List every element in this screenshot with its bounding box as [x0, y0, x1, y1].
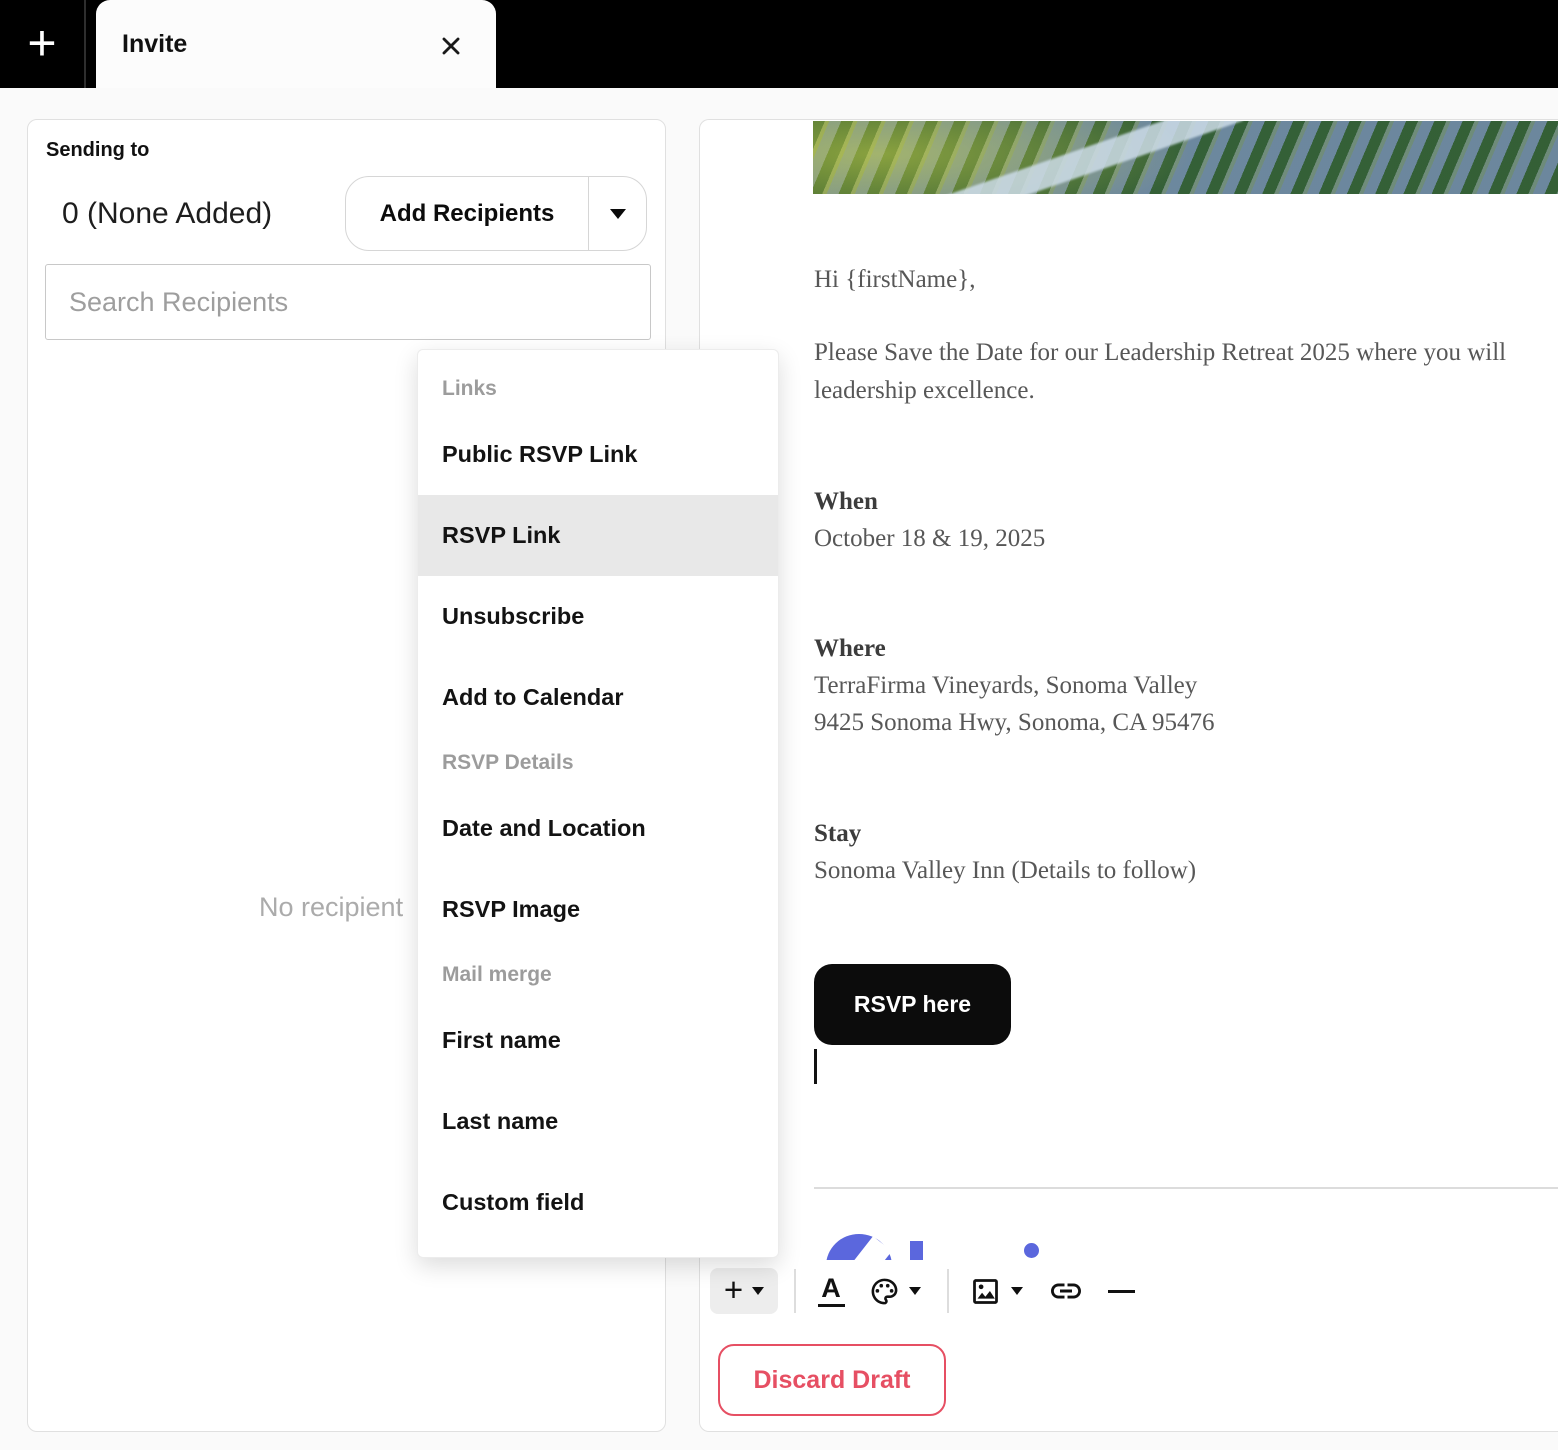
caret-down-icon [909, 1287, 921, 1295]
caret-down-icon [752, 1287, 764, 1295]
menu-section-links: Links [418, 364, 778, 414]
menu-section-rsvp-details: RSVP Details [418, 738, 778, 788]
menu-item-date-and-location[interactable]: Date and Location [418, 788, 778, 869]
recipient-count: 0 (None Added) [62, 197, 272, 231]
stay-value: Sonoma Valley Inn (Details to follow) [814, 857, 1196, 885]
menu-item-last-name[interactable]: Last name [418, 1081, 778, 1162]
text-color-button[interactable]: A [808, 1268, 854, 1314]
add-recipients-split-button[interactable]: Add Recipients [345, 176, 647, 251]
menu-item-first-name[interactable]: First name [418, 1000, 778, 1081]
theme-color-button[interactable] [858, 1268, 932, 1314]
insert-menu-button[interactable]: + [710, 1268, 778, 1314]
new-tab-button[interactable]: + [12, 10, 72, 76]
menu-section-mail-merge: Mail merge [418, 950, 778, 1000]
menu-item-unsubscribe[interactable]: Unsubscribe [418, 576, 778, 657]
email-editor-panel: Hi {firstName}, Please Save the Date for… [699, 119, 1558, 1432]
email-greeting: Hi {firstName}, [814, 266, 975, 294]
no-recipients-text: No recipient [259, 892, 403, 923]
email-body-area[interactable]: Hi {firstName}, Please Save the Date for… [700, 120, 1558, 1260]
when-value: October 18 & 19, 2025 [814, 525, 1045, 553]
menu-item-public-rsvp-link[interactable]: Public RSVP Link [418, 414, 778, 495]
horizontal-rule-icon [1108, 1290, 1135, 1293]
menu-item-custom-field[interactable]: Custom field [418, 1162, 778, 1243]
email-body-line2: leadership excellence. [814, 377, 1035, 405]
where-line1: TerraFirma Vineyards, Sonoma Valley [814, 672, 1197, 700]
horizontal-rule-button[interactable] [1096, 1268, 1146, 1314]
palette-icon [869, 1276, 900, 1307]
insert-dropdown-menu: Links Public RSVP Link RSVP Link Unsubsc… [417, 349, 779, 1258]
toolbar-divider [794, 1269, 796, 1313]
menu-item-rsvp-image[interactable]: RSVP Image [418, 869, 778, 950]
toolbar-divider [947, 1269, 949, 1313]
when-label: When [814, 488, 878, 516]
brand-logo [826, 1234, 1106, 1260]
plus-icon: + [27, 14, 56, 72]
tabbar-divider [84, 0, 86, 88]
email-body-line1: Please Save the Date for our Leadership … [814, 339, 1506, 367]
close-tab-button[interactable] [434, 29, 468, 63]
text-color-icon: A [818, 1275, 845, 1308]
stay-label: Stay [814, 820, 861, 848]
plus-icon: + [724, 1273, 743, 1306]
editor-toolbar: + A [700, 1266, 1558, 1322]
menu-item-add-to-calendar[interactable]: Add to Calendar [418, 657, 778, 738]
tab-invite[interactable]: Invite [96, 0, 496, 88]
discard-draft-button[interactable]: Discard Draft [718, 1344, 946, 1416]
menu-item-rsvp-link[interactable]: RSVP Link [418, 495, 778, 576]
insert-link-button[interactable] [1038, 1268, 1094, 1314]
link-icon [1048, 1273, 1084, 1309]
email-divider [814, 1187, 1558, 1189]
caret-down-icon [610, 209, 626, 219]
search-recipients-input[interactable] [46, 265, 650, 339]
add-recipients-dropdown-toggle[interactable] [588, 177, 646, 250]
sending-to-label: Sending to [46, 139, 149, 162]
where-line2: 9425 Sonoma Hwy, Sonoma, CA 95476 [814, 709, 1214, 737]
vineyard-header-image [813, 121, 1558, 194]
rsvp-here-button[interactable]: RSVP here [814, 964, 1011, 1045]
caret-down-icon [1011, 1287, 1023, 1295]
image-icon [969, 1275, 1002, 1308]
logo-letter-fragment [910, 1241, 923, 1260]
logo-dot [1024, 1243, 1039, 1258]
text-cursor [814, 1049, 817, 1084]
where-label: Where [814, 635, 886, 663]
insert-image-button[interactable] [958, 1268, 1034, 1314]
close-icon [438, 33, 464, 59]
add-recipients-button[interactable]: Add Recipients [346, 177, 588, 250]
tab-bar: + Invite [0, 0, 1558, 88]
tab-label: Invite [122, 0, 187, 88]
search-recipients-box [45, 264, 651, 340]
